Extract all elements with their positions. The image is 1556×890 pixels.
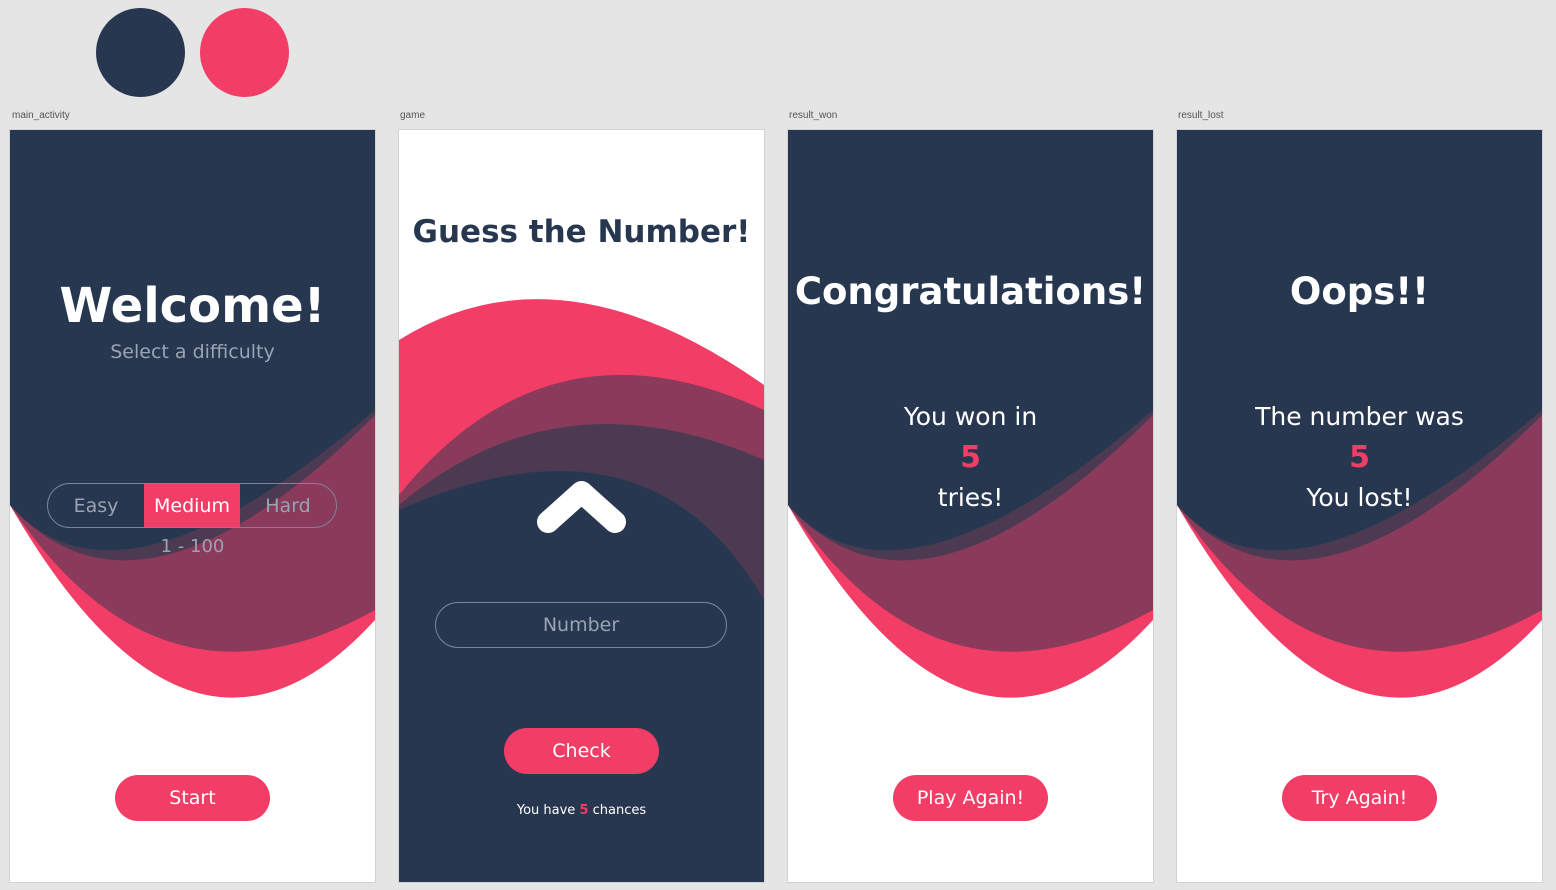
chevron-up-icon xyxy=(537,481,626,533)
chances-count: 5 xyxy=(579,803,589,818)
difficulty-option-easy[interactable]: Easy xyxy=(48,484,144,527)
won-line-2: tries! xyxy=(937,483,1004,512)
range-label: 1 - 100 xyxy=(160,536,225,557)
screen-main-activity: Welcome! Select a difficulty Easy Medium… xyxy=(10,130,375,882)
artboard-label-game[interactable]: game xyxy=(400,110,425,121)
swatch-navy xyxy=(96,8,185,97)
difficulty-selector: Easy Medium Hard xyxy=(47,483,337,528)
game-title: Guess the Number! xyxy=(412,214,751,250)
start-button[interactable]: Start xyxy=(115,775,270,821)
difficulty-subtitle: Select a difficulty xyxy=(110,341,275,363)
difficulty-option-medium[interactable]: Medium xyxy=(144,484,240,527)
won-line-1: You won in xyxy=(903,402,1038,431)
oops-title: Oops!! xyxy=(1289,270,1430,313)
artboard-label-result-lost[interactable]: result_lost xyxy=(1178,110,1224,121)
artboard-label-main-activity[interactable]: main_activity xyxy=(12,110,70,121)
secret-number: 5 xyxy=(1349,440,1370,475)
play-again-button[interactable]: Play Again! xyxy=(893,775,1048,821)
tries-count: 5 xyxy=(960,440,981,475)
swatch-pink xyxy=(200,8,289,97)
try-again-button[interactable]: Try Again! xyxy=(1282,775,1437,821)
lost-line-1: The number was xyxy=(1255,402,1464,431)
lost-line-2: You lost! xyxy=(1306,483,1413,512)
chances-text: You have 5 chances xyxy=(399,803,764,818)
chances-suffix: chances xyxy=(592,803,647,818)
difficulty-option-hard[interactable]: Hard xyxy=(240,484,336,527)
screen-result-won: Congratulations! You won in 5 tries! Pla… xyxy=(788,130,1153,882)
congratulations-title: Congratulations! xyxy=(794,270,1147,313)
chances-prefix: You have xyxy=(516,803,576,818)
artboard-label-result-won[interactable]: result_won xyxy=(789,110,837,121)
check-button[interactable]: Check xyxy=(504,728,659,774)
number-input[interactable] xyxy=(435,602,727,648)
welcome-title: Welcome! xyxy=(59,278,326,334)
screen-game: Guess the Number! Check You have 5 chanc… xyxy=(399,130,764,882)
screen-result-lost: Oops!! The number was 5 You lost! Try Ag… xyxy=(1177,130,1542,882)
